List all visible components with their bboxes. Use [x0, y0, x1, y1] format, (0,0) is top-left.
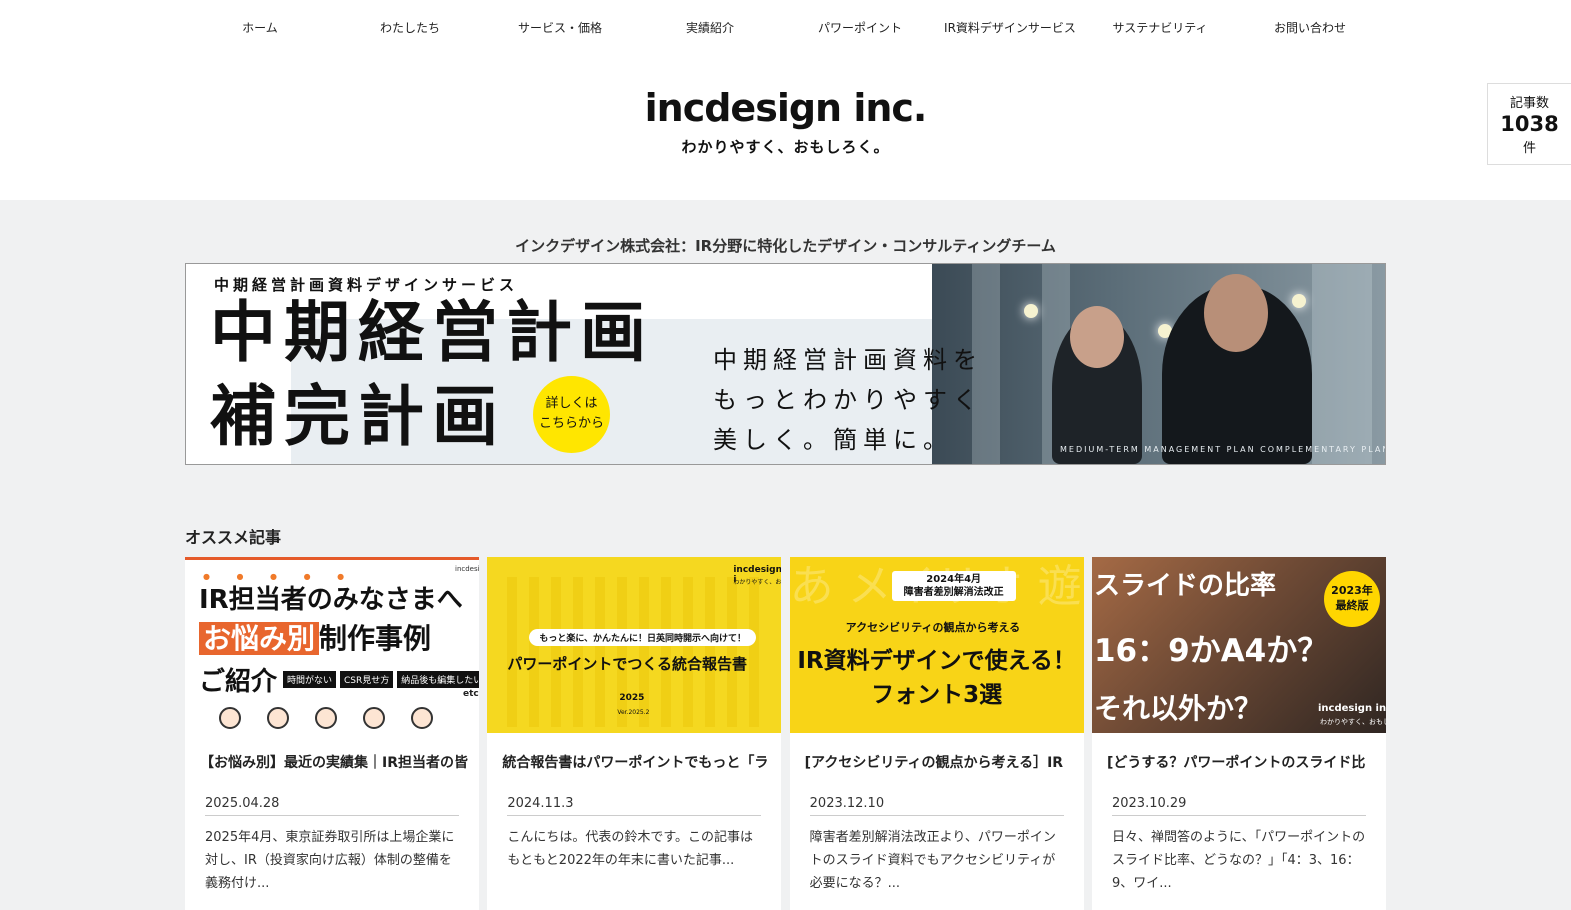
logo-tagline: わかりやすく、おもしろく。 — [681, 138, 890, 156]
thumb-badge-line: 最終版 — [1335, 599, 1369, 612]
thumb-line2-rest: 制作事例 — [319, 622, 432, 655]
nav-item-works[interactable]: 実績紹介 — [635, 16, 785, 40]
article-count-value: 1038 — [1500, 112, 1559, 136]
thumb-logo: incdesign inc — [1317, 703, 1386, 714]
thumb-line2: お悩み別 制作事例 — [199, 617, 431, 657]
divider — [1111, 815, 1366, 816]
article-thumbnail: incdesign i わかりやすく、お もっと楽に、かんたんに！日英同時開示へ… — [487, 557, 782, 733]
thumb-highlight: お悩み別 — [199, 622, 320, 655]
thumb-year: 2025 — [619, 693, 645, 703]
nav-item-home[interactable]: ホーム — [185, 16, 335, 40]
thumb-logo-sub: わかりやすく、お — [733, 579, 782, 586]
thumb-box-line: 2024年4月 — [926, 574, 982, 585]
banner-button-line2: こちらから — [538, 416, 604, 431]
face-icon — [267, 707, 289, 729]
banner-heading-line1: 中期経営計画 — [210, 294, 654, 371]
article-count-label: 記事数 — [1509, 96, 1549, 111]
banner-caption: MEDIUM-TERM MANAGEMENT PLAN COMPLEMENTAR… — [1060, 445, 1386, 454]
face-icon — [411, 707, 433, 729]
hero-banner[interactable]: 中期経営計画資料デザインサービス 中期経営計画 補完計画 詳しくは こちらから … — [185, 263, 1386, 465]
window-shape — [1312, 264, 1372, 464]
thumb-etc: etc — [463, 689, 479, 699]
article-card[interactable]: incdesign i わかりやすく、お もっと楽に、かんたんに！日英同時開示へ… — [487, 557, 782, 910]
article-excerpt: こんにちは。代表の鈴木です。この記事はもともと2022年の年末に書いた記事... — [507, 830, 754, 868]
global-nav: ホーム わたしたち サービス・価格 実績紹介 パワーポイント IR資料デザインサ… — [185, 16, 1385, 40]
recommended-articles: incdesign ● ● ● ● ● IR担当者のみなさまへ お悩み別制作事例… — [185, 557, 1386, 910]
article-count-box: 記事数 1038 件 — [1487, 83, 1571, 165]
banner-heading-line2: 補完計画 — [210, 378, 506, 455]
site-logo[interactable]: incdesign inc. わかりやすく、おもしろく。 — [0, 84, 1571, 157]
divider — [205, 815, 459, 816]
article-thumbnail: スライドの比率 16：9かA4か？ それ以外か？ 2023年 最終版 incde… — [1091, 557, 1386, 733]
thumb-building-pattern — [507, 577, 768, 727]
article-title[interactable]: [どうする？パワーポイントのスライド比 — [1107, 752, 1377, 772]
ceiling-lamp — [1024, 304, 1038, 318]
banner-button-line1: 詳しくは — [545, 396, 598, 411]
thumb-tag: 時間がない — [283, 671, 337, 688]
thumb-tag: 納品後も編集したい — [397, 671, 479, 688]
thumb-version: Ver.2025.2 — [617, 709, 650, 716]
thumb-headline-3: それ以外か？ — [1093, 692, 1262, 725]
article-count-unit: 件 — [1522, 141, 1536, 156]
nav-item-powerpoint[interactable]: パワーポイント — [785, 16, 935, 40]
nav-item-sustainability[interactable]: サステナビリティ — [1085, 16, 1235, 40]
article-title[interactable]: 統合報告書はパワーポイントでもっと「ラ — [502, 752, 772, 772]
banner-copy: 中期経営計画資料を もっとわかりやすく 美しく。簡単に。 — [713, 340, 983, 460]
thumb-headline-2: フォント3選 — [871, 682, 1003, 708]
nav-item-services-pricing[interactable]: サービス・価格 — [485, 16, 635, 40]
article-date: 2023.12.10 — [809, 796, 885, 811]
thumb-tag: CSR見せ方 — [340, 671, 394, 688]
thumb-logo-sub: わかりやすく、おもしろく。 — [1319, 718, 1386, 726]
thumb-lead: アクセシビリティの観点から考える — [845, 621, 1021, 634]
nav-item-about[interactable]: わたしたち — [335, 16, 485, 40]
article-thumbnail: あ メイリオ 遊 サ ゴシック 朝 2024年4月 障害者差別解消法改正 アクセ… — [789, 557, 1084, 733]
thumb-headline-1: スライドの比率 — [1093, 571, 1276, 601]
banner-copy-line: もっとわかりやすく — [713, 386, 983, 414]
article-excerpt: 2025年4月、東京証券取引所は上場企業に対し、IR（投資家向け広報）体制の整備… — [205, 830, 455, 891]
banner-details-button[interactable]: 詳しくは こちらから — [533, 376, 610, 453]
face-icon — [363, 707, 385, 729]
thumb-line1: IR担当者のみなさまへ — [199, 585, 463, 615]
face-icon — [315, 707, 337, 729]
thumb-logo: incdesign — [455, 565, 479, 573]
recommended-section-title: オススメ記事 — [185, 528, 282, 547]
thumb-date-box: 2024年4月 障害者差別解消法改正 — [891, 571, 1016, 601]
thumb-box-line: 障害者差別解消法改正 — [903, 587, 1004, 598]
article-date: 2024.11.3 — [507, 796, 574, 811]
banner-subtitle: 中期経営計画資料デザインサービス — [214, 276, 519, 294]
article-title[interactable]: [アクセシビリティの観点から考える］IR — [805, 752, 1075, 772]
thumb-line3: ご紹介 — [199, 667, 278, 697]
thumb-tags: 時間がない CSR見せ方 納品後も編集したい — [283, 671, 479, 688]
nav-item-ir-design[interactable]: IR資料デザインサービス — [935, 16, 1085, 40]
banner-photo: MEDIUM-TERM MANAGEMENT PLAN COMPLEMENTAR… — [932, 264, 1386, 464]
person-face — [1070, 306, 1124, 368]
divider — [507, 815, 762, 816]
banner-copy-line: 美しく。簡単に。 — [713, 426, 953, 454]
person-face — [1204, 274, 1268, 352]
thumb-badge-line: 2023年 — [1331, 584, 1373, 597]
article-card[interactable]: incdesign ● ● ● ● ● IR担当者のみなさまへ お悩み別制作事例… — [185, 557, 479, 910]
face-icon — [219, 707, 241, 729]
article-excerpt: 障害者差別解消法改正より、パワーポイントのスライド資料でもアクセシビリティが必要… — [809, 830, 1056, 891]
thumb-headline-2: 16：9かA4か？ — [1093, 633, 1329, 669]
logo-name: incdesign inc. — [644, 86, 928, 130]
site-header: ホーム わたしたち サービス・価格 実績紹介 パワーポイント IR資料デザインサ… — [0, 0, 1571, 200]
thumb-pill: もっと楽に、かんたんに！日英同時開示へ向けて！ — [529, 629, 757, 646]
thumb-main-text: パワーポイントでつくる統合報告書 — [507, 655, 748, 673]
article-date: 2025.04.28 — [205, 796, 280, 811]
article-card[interactable]: あ メイリオ 遊 サ ゴシック 朝 2024年4月 障害者差別解消法改正 アクセ… — [789, 557, 1084, 910]
banner-copy-line: 中期経営計画資料を — [713, 346, 983, 374]
company-tagline: インクデザイン株式会社：IR分野に特化したデザイン・コンサルティングチーム — [515, 237, 1056, 255]
article-date: 2023.10.29 — [1111, 796, 1187, 811]
thumb-badge: 2023年 最終版 — [1323, 571, 1380, 627]
thumb-faces — [219, 707, 433, 729]
nav-item-contact[interactable]: お問い合わせ — [1235, 16, 1385, 40]
article-excerpt: 日々、禅問答のように、「パワーポイントのスライド比率、どうなの？」「4：3、16… — [1111, 830, 1366, 891]
divider — [809, 815, 1064, 816]
article-card[interactable]: スライドの比率 16：9かA4か？ それ以外か？ 2023年 最終版 incde… — [1091, 557, 1386, 910]
thumb-headline: IR資料デザインで使える！ — [797, 648, 1076, 674]
article-title[interactable]: 【お悩み別】最近の実績集｜IR担当者の皆 — [200, 752, 470, 772]
article-thumbnail: incdesign ● ● ● ● ● IR担当者のみなさまへ お悩み別制作事例… — [185, 557, 479, 733]
ceiling-lamp — [1292, 294, 1306, 308]
